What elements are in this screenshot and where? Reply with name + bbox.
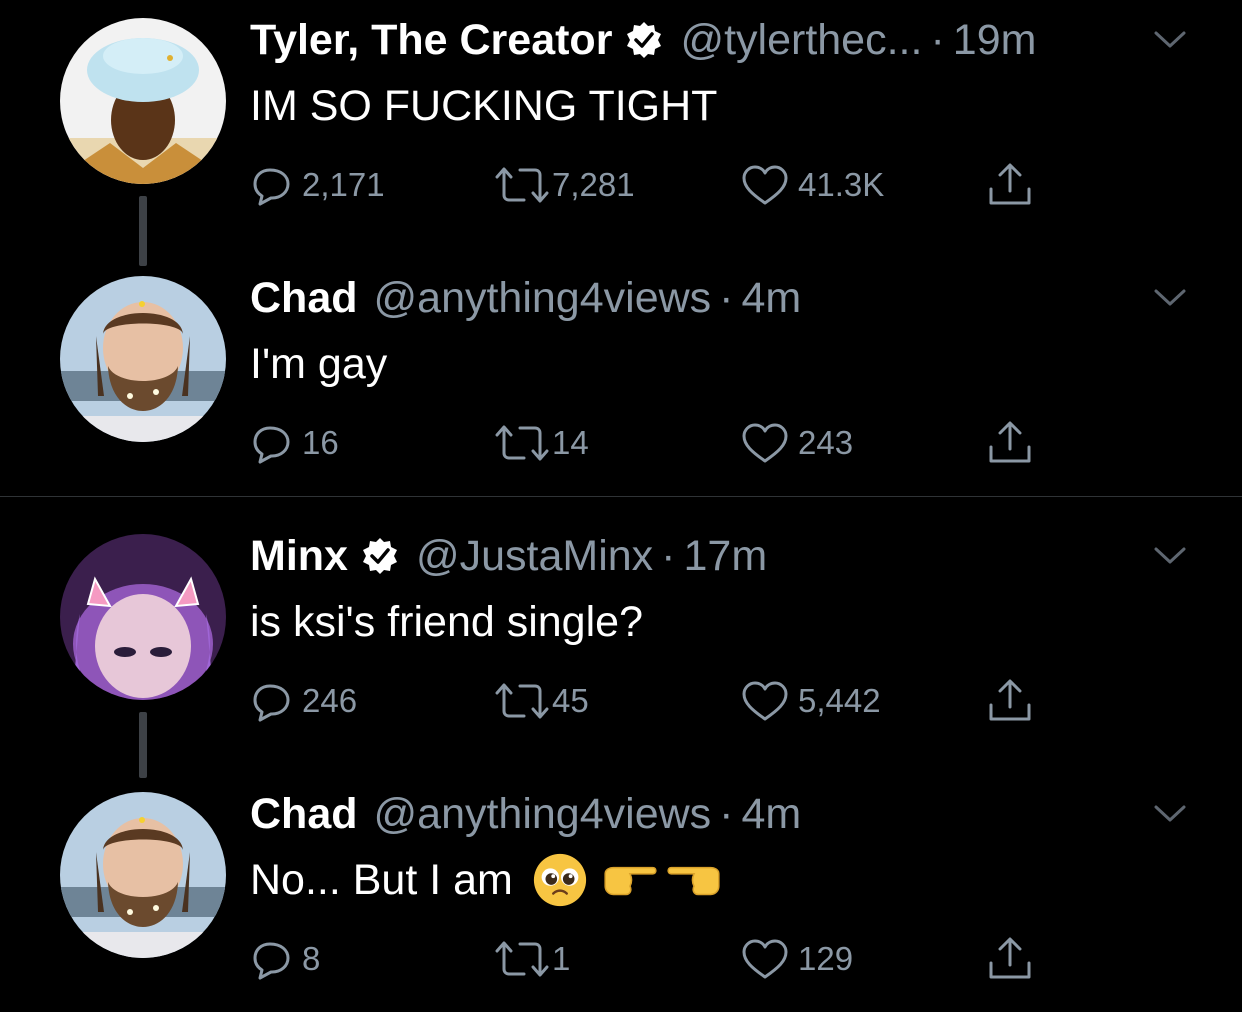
- retweet-count: 1: [552, 940, 571, 977]
- reply-count: 2,171: [302, 166, 385, 203]
- reply-button[interactable]: 246: [250, 676, 357, 726]
- tweet-header: Chad @anything4views · 4m: [250, 784, 1150, 844]
- thread-connector-line: [139, 196, 147, 266]
- verified-badge-icon: [360, 536, 400, 576]
- retweet-count: 45: [552, 682, 589, 719]
- like-icon: [740, 937, 790, 981]
- tweet-text-row: No... But I am: [250, 850, 725, 910]
- retweet-count: 14: [552, 424, 589, 461]
- avatar[interactable]: [60, 792, 226, 958]
- retweet-icon: [492, 937, 552, 981]
- reply-icon: [250, 163, 294, 207]
- tweet-text: IM SO FUCKING TIGHT: [250, 81, 718, 130]
- like-icon: [740, 679, 790, 723]
- tweet-actions: 8 1 129: [250, 934, 1050, 984]
- separator-dot: ·: [719, 273, 734, 322]
- timestamp[interactable]: 17m: [684, 532, 768, 581]
- reply-icon: [250, 679, 294, 723]
- share-icon: [985, 677, 1035, 725]
- tweet-text: No... But I am: [250, 855, 513, 904]
- share-button[interactable]: [985, 676, 1035, 726]
- pointing-right-emoji: [599, 859, 661, 901]
- retweet-button[interactable]: 14: [492, 418, 589, 468]
- tweet-header: Tyler, The Creator @tylerthec... · 19m: [250, 10, 1150, 70]
- like-icon: [740, 163, 790, 207]
- chevron-down-icon[interactable]: [1152, 802, 1188, 826]
- retweet-button[interactable]: 7,281: [492, 160, 635, 210]
- like-count: 5,442: [798, 682, 881, 719]
- like-icon: [740, 421, 790, 465]
- display-name[interactable]: Tyler, The Creator: [250, 16, 612, 65]
- separator-dot: ·: [661, 531, 676, 580]
- like-button[interactable]: 129: [740, 934, 853, 984]
- like-count: 129: [798, 940, 854, 977]
- handle[interactable]: @anything4views: [374, 790, 712, 839]
- reply-icon: [250, 937, 294, 981]
- reply-button[interactable]: 8: [250, 934, 320, 984]
- display-name[interactable]: Minx: [250, 532, 348, 581]
- handle[interactable]: @anything4views: [374, 274, 712, 323]
- timestamp[interactable]: 4m: [742, 274, 802, 323]
- handle[interactable]: @JustaMinx: [416, 532, 653, 581]
- separator-dot: ·: [719, 789, 734, 838]
- reply-button[interactable]: 2,171: [250, 160, 385, 210]
- reply-count: 246: [302, 682, 358, 719]
- timestamp[interactable]: 19m: [953, 16, 1037, 65]
- thread-divider: [0, 496, 1242, 497]
- share-icon: [985, 935, 1035, 983]
- verified-badge-icon: [624, 20, 664, 60]
- tweet-text: is ksi's friend single?: [250, 597, 643, 646]
- tweet-header: Minx @JustaMinx · 17m: [250, 526, 1150, 586]
- thread-connector-line: [139, 712, 147, 778]
- reply-icon: [250, 421, 294, 465]
- tweet-text: I'm gay: [250, 339, 388, 388]
- retweet-button[interactable]: 45: [492, 676, 589, 726]
- tweet-actions: 16 14 243: [250, 418, 1050, 468]
- share-icon: [985, 419, 1035, 467]
- retweet-count: 7,281: [552, 166, 635, 203]
- chevron-down-icon[interactable]: [1152, 544, 1188, 568]
- share-button[interactable]: [985, 160, 1035, 210]
- share-button[interactable]: [985, 418, 1035, 468]
- reply-count: 8: [302, 940, 321, 977]
- display-name[interactable]: Chad: [250, 790, 358, 839]
- reply-count: 16: [302, 424, 339, 461]
- like-button[interactable]: 41.3K: [740, 160, 884, 210]
- retweet-icon: [492, 163, 552, 207]
- retweet-icon: [492, 679, 552, 723]
- like-button[interactable]: 243: [740, 418, 853, 468]
- separator-dot: ·: [930, 15, 945, 64]
- avatar[interactable]: [60, 534, 226, 700]
- pleading-face-emoji: [531, 851, 589, 909]
- reply-button[interactable]: 16: [250, 418, 339, 468]
- tweet-header: Chad @anything4views · 4m: [250, 268, 1150, 328]
- like-count: 41.3K: [798, 166, 885, 203]
- tweet-actions: 2,171 7,281 41.3K: [250, 160, 1050, 210]
- like-button[interactable]: 5,442: [740, 676, 881, 726]
- avatar[interactable]: [60, 276, 226, 442]
- retweet-icon: [492, 421, 552, 465]
- tweet-actions: 246 45 5,442: [250, 676, 1050, 726]
- share-icon: [985, 161, 1035, 209]
- avatar[interactable]: [60, 18, 226, 184]
- retweet-button[interactable]: 1: [492, 934, 570, 984]
- chevron-down-icon[interactable]: [1152, 28, 1188, 52]
- chevron-down-icon[interactable]: [1152, 286, 1188, 310]
- timestamp[interactable]: 4m: [742, 790, 802, 839]
- pointing-left-emoji: [663, 859, 725, 901]
- handle[interactable]: @tylerthec...: [680, 16, 922, 65]
- like-count: 243: [798, 424, 854, 461]
- share-button[interactable]: [985, 934, 1035, 984]
- display-name[interactable]: Chad: [250, 274, 358, 323]
